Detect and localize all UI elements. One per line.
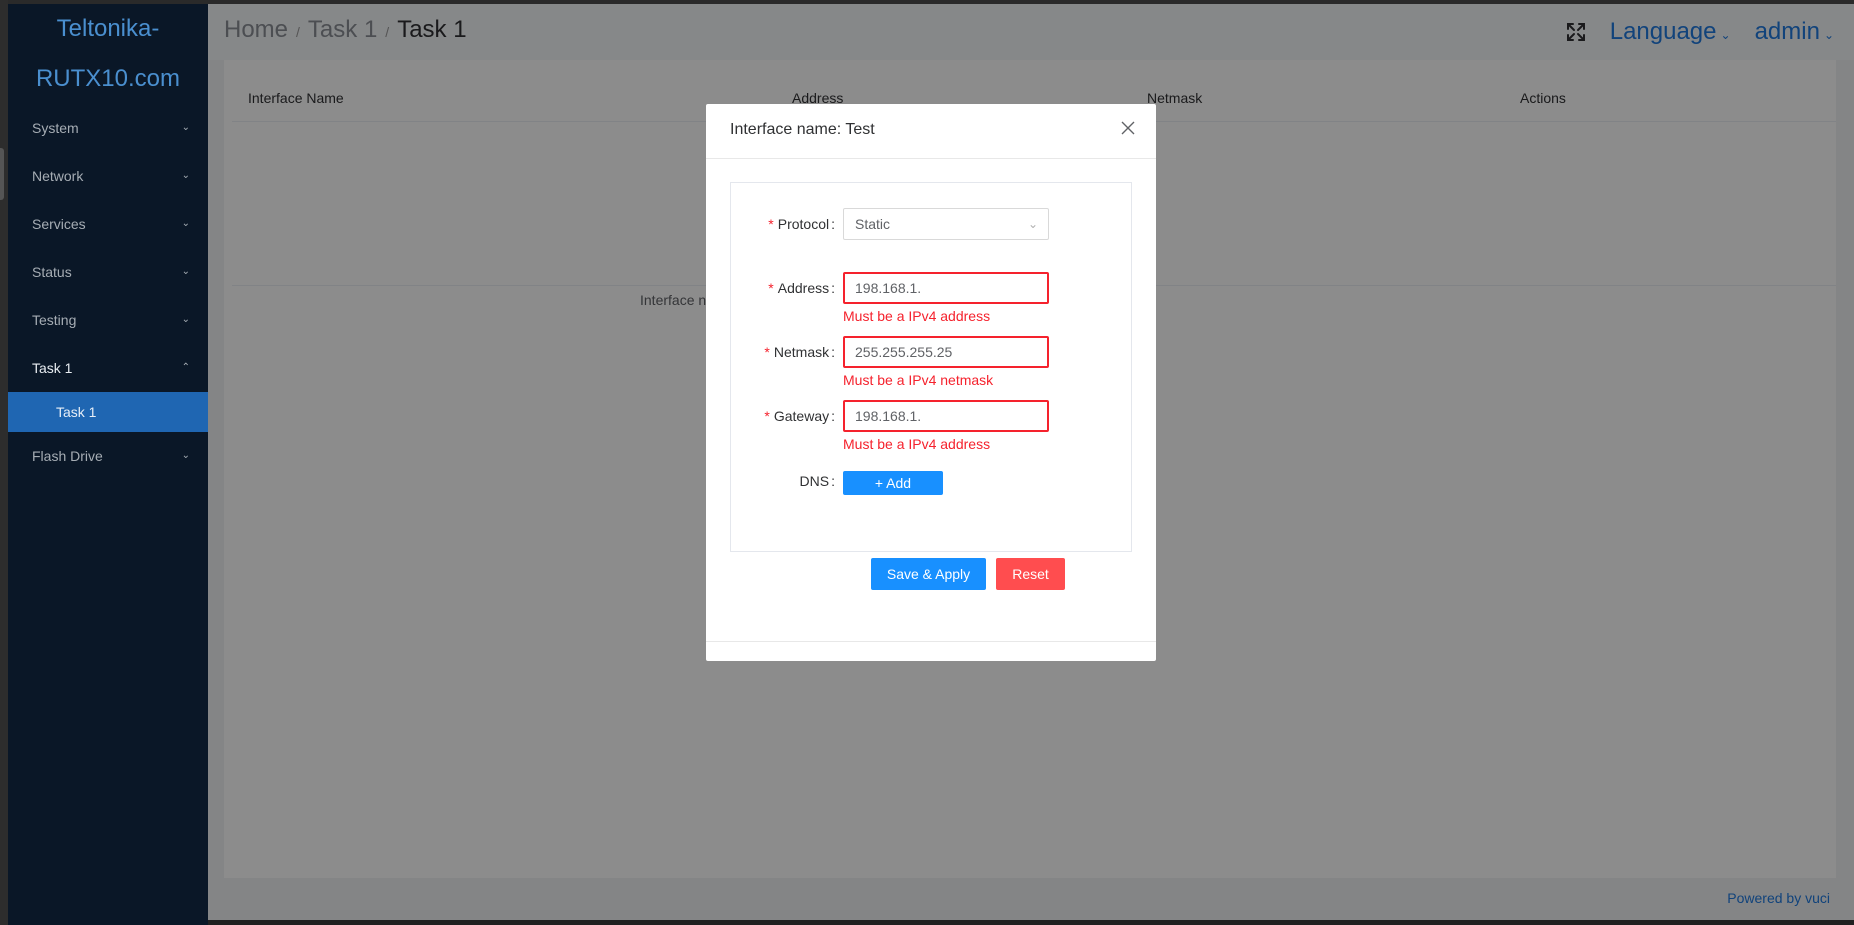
dialog-title: Interface name: Test — [730, 121, 875, 138]
protocol-label-text: Protocol — [777, 216, 830, 232]
address-input[interactable]: 198.168.1. — [843, 272, 1049, 304]
brand-logo[interactable]: Teltonika- RUTX10.com — [8, 4, 208, 104]
dns-label-text: DNS — [799, 473, 830, 489]
chevron-down-icon: ⌄ — [181, 122, 190, 133]
address-label: * Address: — [768, 280, 835, 296]
required-mark: * — [768, 216, 774, 232]
netmask-error: Must be a IPv4 netmask — [843, 372, 994, 388]
sidebar-item-label: Flash Drive — [32, 448, 103, 464]
chevron-down-icon: ⌄ — [181, 314, 190, 325]
protocol-value: Static — [855, 216, 891, 232]
sidebar-item-label: System — [32, 120, 79, 136]
label-colon: : — [831, 344, 835, 360]
required-mark: * — [764, 408, 770, 424]
address-label-text: Address — [777, 280, 830, 296]
address-value: 198.168.1. — [855, 280, 922, 296]
sidebar-item-label: Status — [32, 264, 72, 280]
required-mark: * — [764, 344, 770, 360]
sidebar-subitem-task-1[interactable]: Task 1 — [8, 392, 208, 432]
sidebar-item-network[interactable]: Network ⌄ — [8, 152, 208, 200]
dialog-header-divider — [706, 158, 1156, 159]
netmask-label-text: Netmask — [773, 344, 830, 360]
dialog-footer-divider — [706, 641, 1156, 642]
netmask-label: * Netmask: — [764, 344, 835, 360]
label-colon: : — [831, 473, 835, 489]
window-left-border — [0, 0, 8, 925]
sidebar-subitem-label: Task 1 — [56, 404, 97, 420]
label-colon: : — [831, 216, 835, 232]
required-mark: * — [768, 280, 774, 296]
add-dns-button[interactable]: + Add — [843, 471, 943, 495]
sidebar-item-status[interactable]: Status ⌄ — [8, 248, 208, 296]
sidebar-item-label: Task 1 — [32, 360, 73, 376]
chevron-down-icon: ⌄ — [1027, 217, 1038, 231]
gateway-value: 198.168.1. — [855, 408, 922, 424]
sidebar-item-label: Network — [32, 168, 84, 184]
interface-form: * Protocol: Static ⌄ * Address: 198.168.1.… — [730, 182, 1132, 552]
chevron-down-icon: ⌄ — [181, 450, 190, 461]
chevron-down-icon: ⌄ — [181, 266, 190, 277]
gateway-label-text: Gateway — [773, 408, 830, 424]
dns-label: DNS: — [800, 473, 835, 489]
gateway-input[interactable]: 198.168.1. — [843, 400, 1049, 432]
sidebar-item-task-1[interactable]: Task 1 ⌃ — [8, 344, 208, 392]
brand-line-2: RUTX10.com — [35, 65, 181, 92]
gateway-error: Must be a IPv4 address — [843, 436, 991, 452]
netmask-input[interactable]: 255.255.255.25 — [843, 336, 1049, 368]
sidebar-nav: System ⌄ Network ⌄ Services ⌄ Status ⌄ T… — [8, 104, 208, 480]
reset-button[interactable]: Reset — [996, 558, 1065, 590]
chevron-down-icon: ⌄ — [181, 218, 190, 229]
protocol-label: * Protocol: — [768, 216, 835, 232]
chevron-up-icon: ⌃ — [181, 362, 190, 373]
address-error: Must be a IPv4 address — [843, 308, 991, 324]
protocol-select[interactable]: Static ⌄ — [843, 208, 1049, 240]
save-apply-button[interactable]: Save & Apply — [871, 558, 986, 590]
sidebar-item-testing[interactable]: Testing ⌄ — [8, 296, 208, 344]
interface-dialog: Interface name: Test * Protocol: Static ⌄… — [706, 104, 1156, 661]
sidebar: Teltonika- RUTX10.com System ⌄ Network ⌄… — [8, 4, 208, 925]
label-colon: : — [831, 280, 835, 296]
gateway-label: * Gateway: — [764, 408, 835, 424]
sidebar-item-services[interactable]: Services ⌄ — [8, 200, 208, 248]
sidebar-item-system[interactable]: System ⌄ — [8, 104, 208, 152]
sidebar-item-label: Testing — [32, 312, 77, 328]
sidebar-item-flash-drive[interactable]: Flash Drive ⌄ — [8, 432, 208, 480]
chevron-down-icon: ⌄ — [181, 170, 190, 181]
sidebar-item-label: Services — [32, 216, 86, 232]
label-colon: : — [831, 408, 835, 424]
window-edge-handle — [0, 148, 4, 200]
brand-line-1: Teltonika- — [56, 15, 160, 42]
close-icon[interactable] — [1120, 120, 1136, 136]
netmask-value: 255.255.255.25 — [855, 344, 953, 360]
